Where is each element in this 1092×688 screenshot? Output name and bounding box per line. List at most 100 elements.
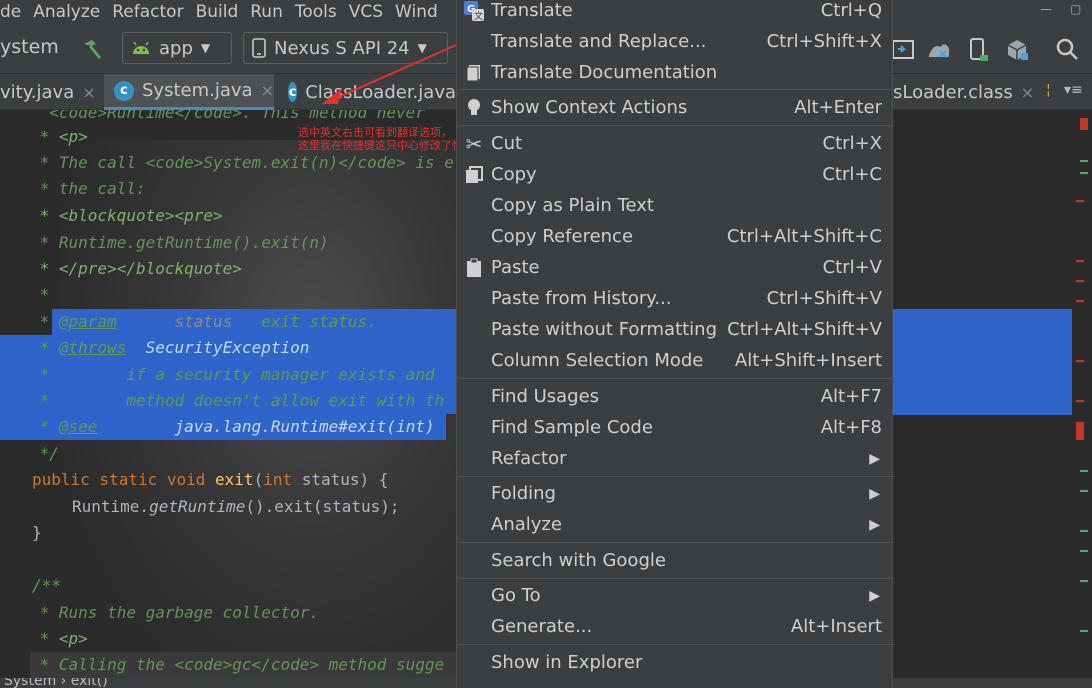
minimize-icon[interactable]: — (1040, 2, 1052, 16)
error-marker[interactable] (1076, 400, 1084, 402)
chevron-down-icon: ▼ (200, 41, 211, 55)
code-line: * method doesn't allow exit with th (30, 391, 445, 410)
phone-icon (252, 38, 266, 58)
menu-analyze[interactable]: Analyze (27, 2, 106, 22)
code-line: * if a security manager exists and (30, 365, 435, 384)
menu-separator (457, 89, 894, 90)
menu-tools[interactable]: Tools (289, 2, 343, 22)
menu-item-context-actions[interactable]: Show Context Actions Alt+Enter (457, 92, 894, 123)
chevron-down-icon: ▼ (417, 41, 427, 55)
breadcrumb-text[interactable]: System › exit() (4, 678, 108, 688)
menu-item-paste[interactable]: Paste Ctrl+V (457, 252, 894, 283)
code-line: */ (30, 444, 59, 463)
menu-item-analyze[interactable]: Analyze ▶ (457, 509, 894, 540)
run-config-select[interactable]: app ▼ (122, 32, 232, 64)
editor-context-menu: G文 Translate Ctrl+Q Translate and Replac… (456, 0, 894, 688)
menu-separator (457, 476, 894, 477)
menu-vcs[interactable]: VCS (343, 2, 389, 22)
error-marker[interactable] (1076, 300, 1084, 302)
menu-item-translate-docs[interactable]: Translate Documentation (457, 57, 894, 88)
menu-item-refactor[interactable]: Refactor ▶ (457, 443, 894, 474)
change-marker[interactable] (1080, 470, 1088, 472)
code-line: * <p> (30, 629, 88, 648)
change-marker[interactable] (1080, 580, 1088, 582)
menu-window[interactable]: Wind (389, 2, 444, 22)
tab-system-java[interactable]: c System.java × (104, 74, 274, 110)
code-line: * <p> (30, 127, 88, 146)
error-marker[interactable] (1076, 260, 1084, 262)
class-icon: c (288, 82, 298, 102)
error-marker[interactable] (1080, 118, 1088, 130)
menu-item-copy[interactable]: Copy Ctrl+C (457, 159, 894, 190)
sync-gradle-icon[interactable] (926, 37, 952, 63)
error-marker[interactable] (1076, 360, 1084, 362)
submenu-arrow-icon: ▶ (869, 485, 880, 502)
submenu-arrow-icon: ▶ (869, 450, 880, 467)
code-line: public static void exit(int status) { (32, 470, 389, 489)
error-marker[interactable] (1076, 280, 1084, 282)
document-icon (463, 62, 485, 84)
search-icon[interactable] (1054, 36, 1080, 62)
tab-activity[interactable]: vity.java × (0, 74, 100, 110)
tab-overflow-marker: ¦ (1046, 82, 1051, 98)
menu-item-goto[interactable]: Go To ▶ (457, 580, 894, 611)
device-label: Nexus S API 24 (274, 37, 410, 59)
menu-item-translate[interactable]: G文 Translate Ctrl+Q (457, 0, 894, 26)
menu-item-show-explorer[interactable]: Show in Explorer (457, 647, 894, 678)
class-icon: c (114, 80, 134, 101)
menu-build[interactable]: Build (190, 2, 245, 22)
tab-classloader-class[interactable]: sLoader.class × (893, 74, 1034, 110)
project-name[interactable]: ystem (0, 36, 59, 58)
restore-icon[interactable]: ▢ (1070, 2, 1081, 16)
tab-classloader-java[interactable]: c ClassLoader.java (280, 74, 456, 110)
menu-item-generate[interactable]: Generate... Alt+Insert (457, 611, 894, 642)
menu-item-paste-unformatted[interactable]: Paste without Formatting Ctrl+Alt+Shift+… (457, 314, 894, 345)
code-line: <code>Runtime</code>. This method never (30, 110, 425, 122)
menu-item-find-usages[interactable]: Find Usages Alt+F7 (457, 381, 894, 412)
submenu-arrow-icon: ▶ (869, 516, 880, 533)
menu-item-search-google[interactable]: Search with Google (457, 545, 894, 576)
change-marker[interactable] (1080, 160, 1088, 162)
menu-refactor[interactable]: Refactor (106, 2, 189, 22)
menu-item-paste-history[interactable]: Paste from History... Ctrl+Shift+V (457, 283, 894, 314)
menu-item-column-selection[interactable]: Column Selection Mode Alt+Shift+Insert (457, 345, 894, 376)
change-marker[interactable] (1080, 172, 1088, 174)
error-marker[interactable] (1076, 200, 1084, 202)
menu-item-translate-replace[interactable]: Translate and Replace... Ctrl+Shift+X (457, 26, 894, 57)
change-marker[interactable] (1080, 630, 1088, 632)
tab-label: vity.java (0, 81, 75, 103)
tab-label: ClassLoader.java (305, 81, 456, 103)
tab-label: System.java (142, 80, 253, 101)
change-marker[interactable] (1080, 490, 1088, 492)
selection-highlight (893, 309, 1072, 415)
code-line: /** (32, 576, 61, 595)
change-marker[interactable] (1080, 550, 1088, 552)
error-stripe[interactable] (1072, 110, 1092, 678)
close-icon[interactable]: × (261, 81, 274, 100)
sdk-manager-icon[interactable] (1004, 37, 1030, 63)
menu-item-folding[interactable]: Folding ▶ (457, 478, 894, 509)
menu-separator (457, 578, 894, 579)
scissors-icon: ✂ (465, 131, 483, 156)
close-icon[interactable]: × (82, 83, 95, 102)
close-icon[interactable]: × (1021, 83, 1034, 102)
avd-manager-icon[interactable] (966, 37, 992, 63)
hammer-icon[interactable] (80, 36, 106, 62)
menu-run[interactable]: Run (244, 2, 289, 22)
code-line: * Runs the garbage collector. (30, 603, 319, 622)
svg-text:文: 文 (474, 10, 483, 22)
tab-list-icon[interactable]: ▾≡ (1064, 82, 1083, 98)
menu-code[interactable]: de (0, 2, 27, 22)
menu-item-copy-reference[interactable]: Copy Reference Ctrl+Alt+Shift+C (457, 221, 894, 252)
error-marker[interactable] (1076, 422, 1084, 440)
menu-item-copy-plain[interactable]: Copy as Plain Text (457, 190, 894, 221)
tab-label: sLoader.class (893, 81, 1013, 103)
code-line: * The call <code>System.exit(n)</code> i… (30, 153, 454, 172)
change-marker[interactable] (1080, 530, 1088, 532)
copy-icon (463, 164, 485, 186)
device-select[interactable]: Nexus S API 24 ▼ (243, 32, 448, 64)
menu-item-cut[interactable]: ✂ Cut Ctrl+X (457, 128, 894, 159)
code-line: * (30, 285, 50, 304)
submenu-arrow-icon: ▶ (869, 587, 880, 604)
menu-item-find-sample[interactable]: Find Sample Code Alt+F8 (457, 412, 894, 443)
